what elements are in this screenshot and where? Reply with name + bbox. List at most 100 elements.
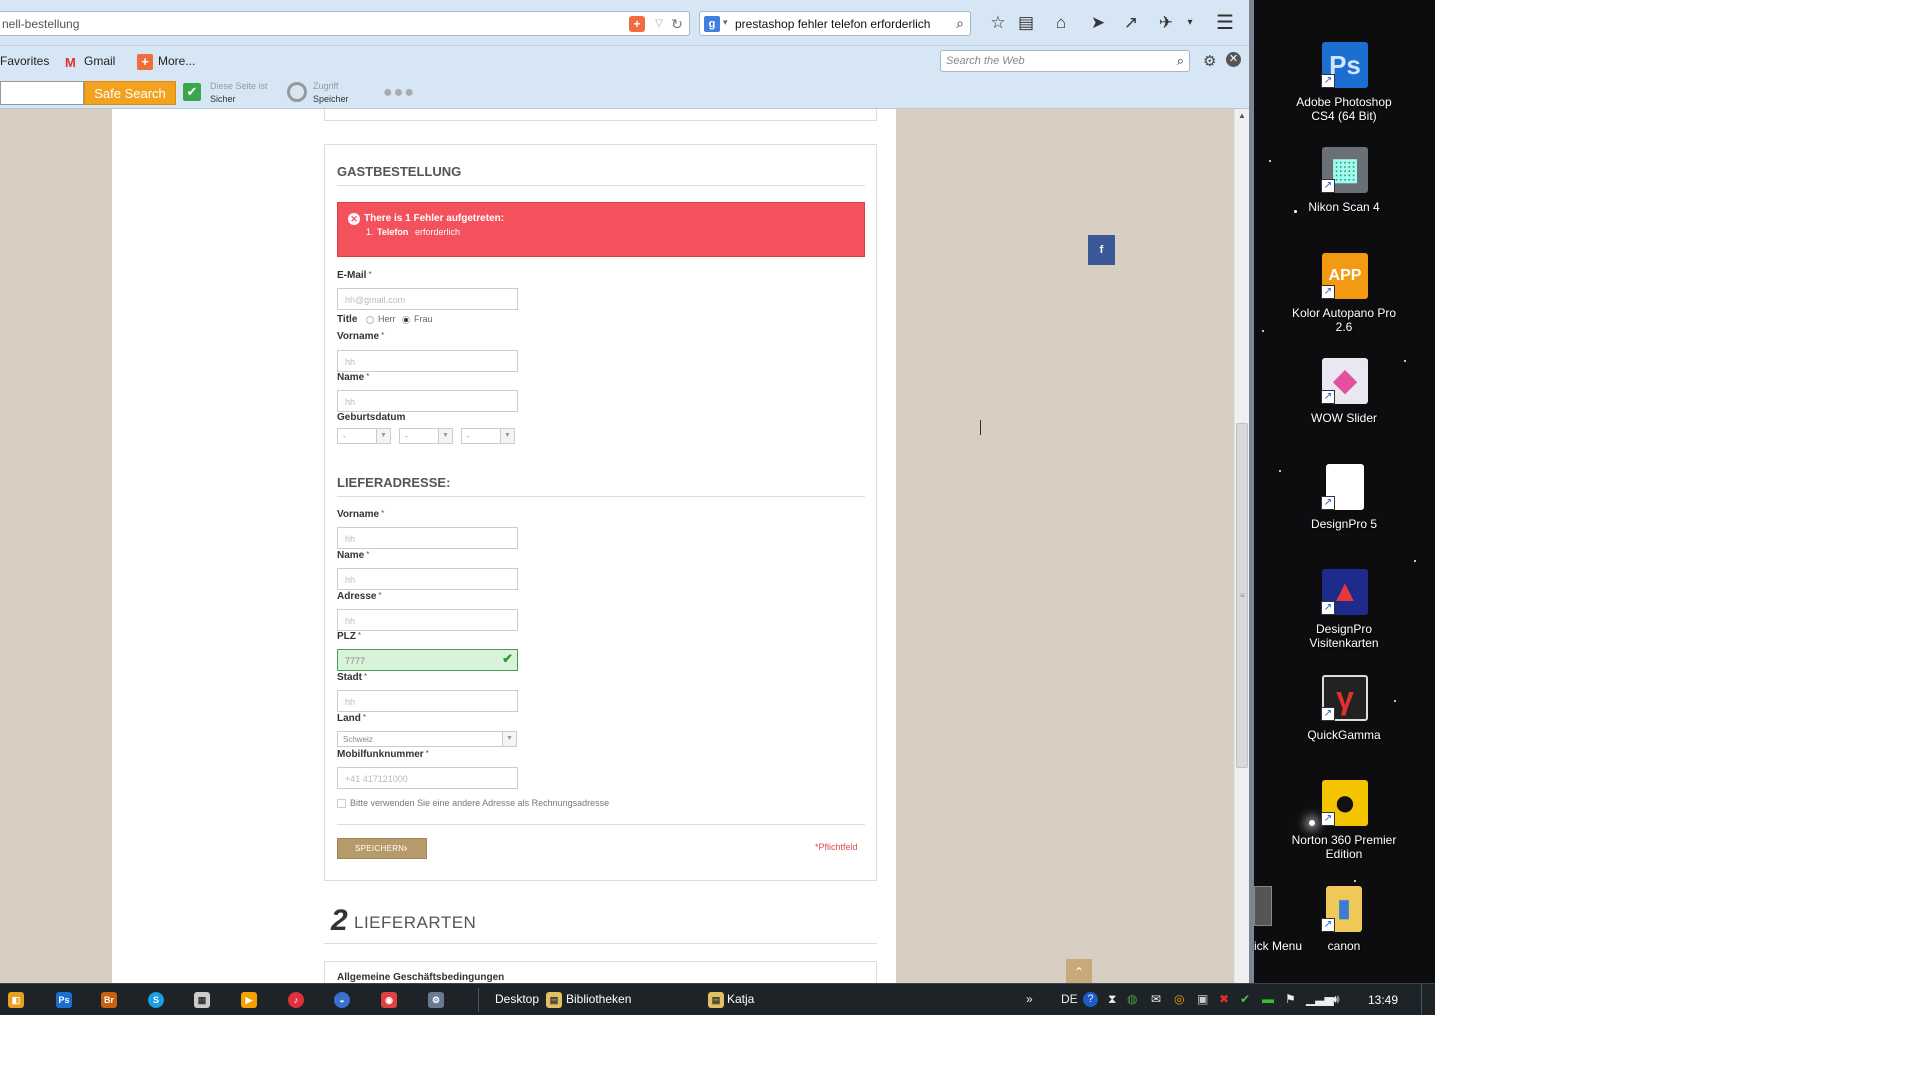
desktop-icon-autopano[interactable]: APP ↗ Kolor Autopano Pro 2.6 [1289, 253, 1399, 358]
scroll-up-icon[interactable]: ▲ [1235, 109, 1249, 123]
media-player-icon[interactable]: ▶ [241, 992, 257, 1008]
firstname-field[interactable]: hh [337, 350, 518, 372]
title-radio-herr[interactable] [366, 316, 374, 324]
desktop-icon-designpro[interactable]: ↗ DesignPro 5 [1289, 464, 1399, 569]
google-icon[interactable]: g [704, 16, 720, 32]
desktop-icon-label: Norton 360 Premier Edition [1291, 833, 1397, 861]
skype-icon[interactable]: S [148, 992, 164, 1008]
web-search-input[interactable]: Search the Web ⌕ [940, 50, 1190, 72]
norton-tray-icon[interactable]: ◎ [1174, 992, 1184, 1006]
desktop-icon-nikon-scan[interactable]: ▦ ↗ Nikon Scan 4 [1289, 147, 1399, 252]
tray-icon[interactable]: ⧗ [1108, 992, 1116, 1007]
lastname-field[interactable]: hh [337, 390, 518, 412]
desktop-icon-wow-slider[interactable]: ◆ ↗ WOW Slider [1289, 358, 1399, 463]
tray-icon[interactable]: ▣ [1197, 992, 1208, 1006]
gear-icon[interactable]: ⚙ [1203, 52, 1216, 70]
browser-search-bar[interactable]: g ▾ prestashop fehler telefon erforderli… [699, 11, 971, 36]
terms-box: Allgemeine Geschäftsbedingungen [324, 961, 877, 983]
desktop-icon-canon[interactable]: ▮ ↗ canon [1289, 886, 1399, 983]
safe-search-button[interactable]: Safe Search [84, 81, 176, 105]
firefox-icon[interactable]: ◉ [381, 992, 397, 1008]
desktop-icon-photoshop[interactable]: Ps ↗ Adobe Photoshop CS4 (64 Bit) [1289, 42, 1399, 147]
address-field[interactable]: hh [337, 609, 518, 631]
save-button[interactable]: SPEICHERN › [337, 838, 427, 859]
itunes-icon[interactable]: ♪ [288, 992, 304, 1008]
network-icon[interactable]: ▁▃▅ [1306, 992, 1334, 1006]
toolbar-close-icon[interactable]: ✕ [1226, 52, 1241, 67]
tray-expand-icon[interactable]: » [1026, 992, 1033, 1006]
desktop-icon-designpro-cards[interactable]: ▲ ↗ DesignPro Visitenkarten [1289, 569, 1399, 674]
bookmark-favorites[interactable]: Favorites [0, 54, 49, 68]
country-select[interactable]: Schweiz ▼ [337, 731, 517, 747]
tray-icon[interactable]: ✖ [1219, 992, 1229, 1006]
desktop-icon-quickgamma[interactable]: γ ↗ QuickGamma [1289, 675, 1399, 780]
desktop-icon-label: DesignPro 5 [1310, 517, 1378, 531]
bridge-taskbar-icon[interactable]: Br [101, 992, 117, 1008]
gauge-icon[interactable] [287, 82, 307, 102]
title-radio-frau[interactable] [402, 316, 410, 324]
reload-icon[interactable]: ↻ [669, 16, 685, 32]
site-safe-check-icon[interactable]: ✔ [183, 83, 201, 101]
volume-icon[interactable]: 🔊︎ [1332, 992, 1340, 1007]
url-dropdown-icon[interactable]: ▽ [651, 16, 667, 32]
calculator-icon[interactable]: ▦ [194, 992, 210, 1008]
toolbar-dropdown-icon[interactable]: ▾ [1179, 12, 1201, 34]
photoshop-taskbar-icon[interactable]: Ps [56, 992, 72, 1008]
taskbar-desktop[interactable]: Desktop [495, 992, 539, 1006]
birthdate-month-value: - [405, 432, 408, 441]
invoice-address-checkbox[interactable] [337, 799, 346, 808]
page-scrollbar[interactable]: ▲ ≡ [1234, 109, 1249, 983]
chrome-tray-icon[interactable]: ◍ [1127, 992, 1137, 1006]
birthdate-month-select[interactable]: - ▼ [399, 428, 453, 444]
birthdate-year-select[interactable]: - ▼ [461, 428, 515, 444]
birthdate-day-select[interactable]: - ▼ [337, 428, 391, 444]
zip-label-text: PLZ [337, 631, 356, 642]
required-mark: * [366, 550, 370, 559]
city-field[interactable]: hh [337, 690, 518, 712]
desktop-icon-quick-menu[interactable]: ick Menu [1254, 886, 1302, 983]
web-search-icon[interactable]: ⌕ [1177, 53, 1184, 69]
mail-tray-icon[interactable]: ✉ [1151, 992, 1161, 1006]
addon-plus-icon[interactable]: + [629, 16, 645, 32]
star [1404, 360, 1406, 362]
language-indicator[interactable]: DE [1061, 992, 1078, 1006]
flag-icon[interactable]: ⚑ [1285, 992, 1296, 1006]
search-engine-dropdown-icon[interactable]: ▾ [723, 17, 728, 28]
more-plus-icon: + [137, 54, 153, 70]
shortcut-arrow-icon: ↗ [1321, 74, 1335, 88]
network-app-icon[interactable]: ⚙ [428, 992, 444, 1008]
clock[interactable]: 13:49 [1368, 993, 1398, 1007]
battery-tray-icon[interactable]: ▬ [1262, 992, 1274, 1006]
url-bar[interactable]: nell-bestellung + ▽ ↻ [0, 11, 690, 36]
mobile-field[interactable]: +41 417121000 [337, 767, 518, 789]
search-go-icon[interactable]: ⌕ [956, 15, 964, 32]
more-dots-icon[interactable]: ●●● [383, 84, 415, 102]
scrollbar-thumb[interactable]: ≡ [1236, 423, 1248, 768]
send-icon[interactable]: ➤ [1087, 12, 1109, 34]
addon-icon[interactable]: ✈ [1155, 12, 1177, 34]
facebook-icon[interactable]: f [1088, 235, 1115, 265]
bookmarks-list-icon[interactable]: ▤ [1015, 12, 1037, 34]
delivery-lastname-field[interactable]: hh [337, 568, 518, 590]
country-label: Land * [337, 713, 366, 724]
app-icon[interactable]: ◒ [334, 992, 350, 1008]
email-field[interactable]: hh@gmail.com [337, 288, 518, 310]
scroll-to-top-icon[interactable]: ⌃ [1066, 959, 1092, 983]
tray-icon[interactable]: ✔ [1240, 992, 1250, 1006]
star-icon[interactable]: ☆ [987, 12, 1009, 34]
delivery-firstname-field[interactable]: hh [337, 527, 518, 549]
home-icon[interactable]: ⌂ [1050, 12, 1072, 34]
desktop-icon-norton[interactable]: ● ↗ Norton 360 Premier Edition [1289, 780, 1399, 885]
start-icon[interactable]: ◧ [8, 992, 24, 1008]
title-option-frau: Frau [414, 314, 433, 324]
show-desktop-button[interactable] [1421, 984, 1435, 1015]
taskbar-libraries[interactable]: Bibliotheken [566, 992, 631, 1006]
bookmark-gmail[interactable]: Gmail [84, 54, 115, 68]
zip-field[interactable]: 7777 ✔ [337, 649, 518, 671]
safe-search-input[interactable] [0, 81, 84, 105]
bookmark-more[interactable]: More... [158, 54, 195, 68]
help-icon[interactable]: ? [1083, 992, 1098, 1007]
taskbar-katja[interactable]: Katja [727, 992, 754, 1006]
menu-icon[interactable]: ☰ [1214, 12, 1236, 34]
pin-icon[interactable]: ↗ [1120, 12, 1142, 34]
